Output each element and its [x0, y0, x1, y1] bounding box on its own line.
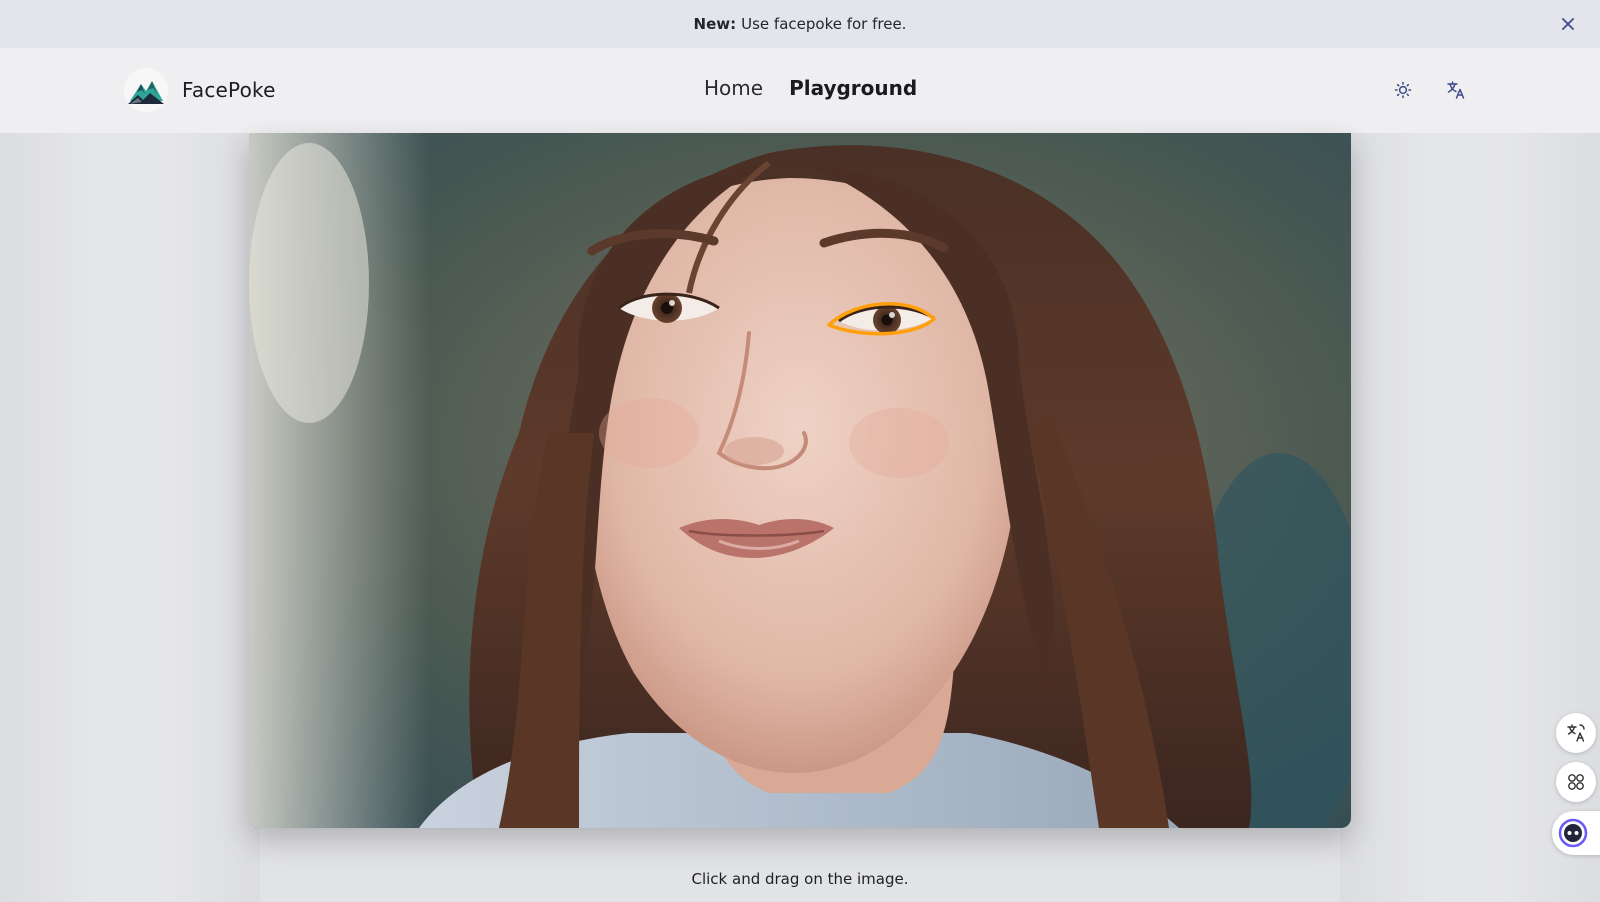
background-band-left [0, 0, 260, 902]
language-button[interactable] [1444, 78, 1468, 102]
brand-link[interactable]: FacePoke [124, 68, 276, 112]
floating-translate-button[interactable] [1556, 713, 1596, 753]
command-icon [1568, 774, 1584, 790]
sun-icon [1394, 81, 1412, 99]
canvas-hint: Click and drag on the image. [691, 870, 909, 888]
page: New: Use facepoke for free. FacePoke Hom… [0, 0, 1600, 902]
assistant-icon [1558, 818, 1588, 848]
floating-command-button[interactable] [1556, 762, 1596, 802]
floating-assistant-button[interactable] [1552, 811, 1600, 855]
main-nav: Home Playground [704, 76, 917, 100]
background-band-right [1340, 0, 1600, 902]
site-header: FacePoke Home Playground [0, 48, 1600, 133]
announcement-bar: New: Use facepoke for free. [0, 0, 1600, 48]
translate-icon [1447, 81, 1465, 99]
nav-home[interactable]: Home [704, 76, 763, 100]
announcement-badge: New: [693, 15, 737, 33]
portrait-image [249, 133, 1351, 828]
close-announcement-button[interactable] [1558, 14, 1578, 34]
logo-icon [124, 68, 168, 112]
brand-name: FacePoke [182, 78, 276, 102]
close-icon [1562, 18, 1574, 30]
translate-icon [1567, 724, 1585, 742]
face-image-canvas[interactable] [249, 133, 1351, 828]
announcement-text: Use facepoke for free. [741, 15, 907, 33]
nav-playground[interactable]: Playground [789, 76, 917, 100]
theme-toggle-button[interactable] [1391, 78, 1415, 102]
